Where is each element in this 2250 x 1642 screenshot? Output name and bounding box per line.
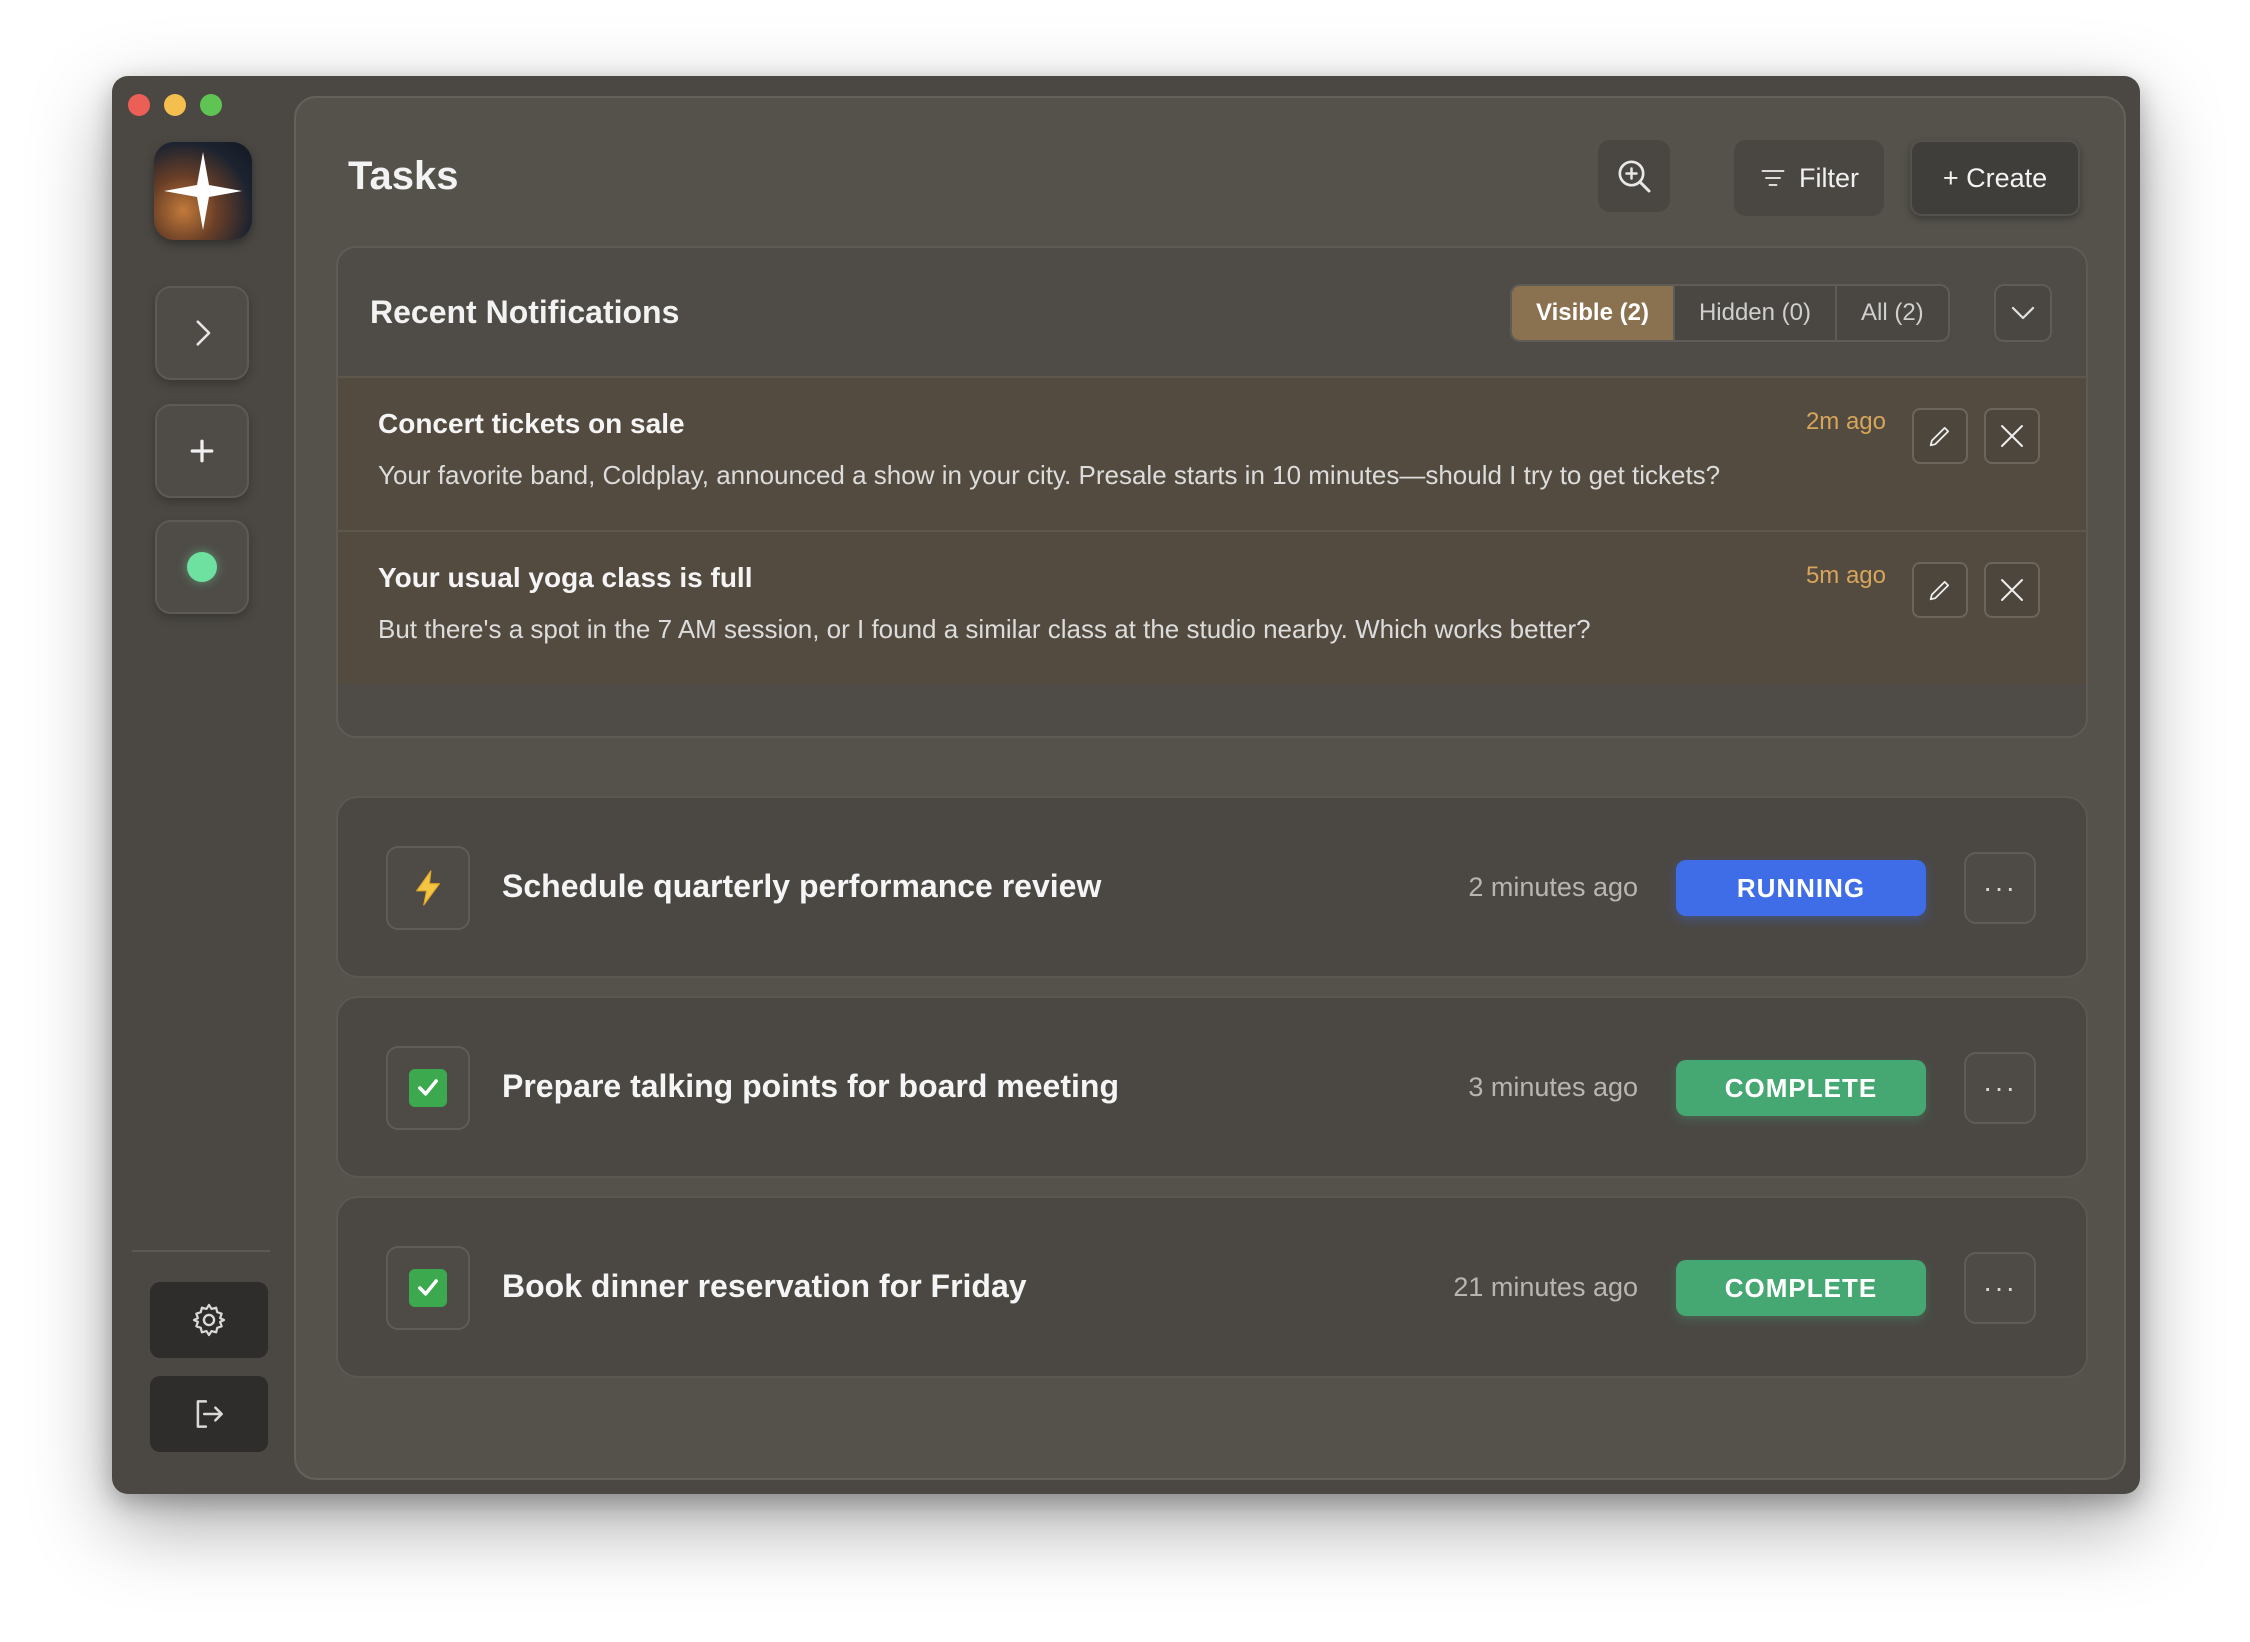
app-logo[interactable]: [154, 142, 252, 240]
app-window: Tasks Filter + Create Recent Notificatio…: [112, 76, 2140, 1494]
pencil-icon: [1929, 580, 1950, 601]
tab-hidden[interactable]: Hidden (0): [1675, 286, 1837, 340]
filter-button[interactable]: Filter: [1734, 140, 1884, 216]
notifications-panel: Recent Notifications Visible (2) Hidden …: [336, 246, 2088, 738]
task-title: Schedule quarterly performance review: [502, 868, 1102, 904]
edit-notification-button[interactable]: [1912, 408, 1968, 464]
checkmark-icon: [409, 1269, 447, 1307]
task-title: Book dinner reservation for Friday: [502, 1268, 1027, 1304]
task-title: Prepare talking points for board meeting: [502, 1068, 1119, 1104]
more-options-button[interactable]: ···: [1964, 1252, 2036, 1324]
notification-filter-tabs: Visible (2) Hidden (0) All (2): [1510, 284, 1950, 342]
task-card[interactable]: Schedule quarterly performance review 2 …: [336, 796, 2088, 978]
create-button[interactable]: + Create: [1910, 140, 2080, 216]
status-badge: RUNNING: [1676, 860, 1926, 916]
main-panel: Tasks Filter + Create Recent Notificatio…: [294, 96, 2126, 1480]
collapse-notifications-button[interactable]: [1994, 284, 2052, 342]
chevron-down-icon: [2011, 306, 2035, 320]
status-badge: COMPLETE: [1676, 1260, 1926, 1316]
ellipsis-icon: ···: [1983, 1272, 2017, 1303]
task-type-icon: [386, 1246, 470, 1330]
dismiss-notification-button[interactable]: [1984, 562, 2040, 618]
sidebar-divider: [132, 1250, 270, 1252]
close-icon: [2001, 425, 2023, 447]
notification-time: 5m ago: [1805, 562, 1886, 589]
chevron-right-icon: [196, 320, 211, 346]
dismiss-notification-button[interactable]: [1984, 408, 2040, 464]
notification-body: Your favorite band, Coldplay, announced …: [378, 460, 1721, 490]
gear-icon: [192, 1303, 226, 1337]
create-label: + Create: [1942, 162, 2048, 193]
new-task-button[interactable]: [155, 404, 249, 498]
more-options-button[interactable]: ···: [1964, 1052, 2036, 1124]
notification-body: But there's a spot in the 7 AM session, …: [378, 614, 1591, 644]
task-type-icon: [386, 1046, 470, 1130]
checkmark-icon: [409, 1069, 447, 1107]
zoom-in-icon: [1618, 160, 1651, 193]
tab-all[interactable]: All (2): [1837, 286, 1948, 340]
sidebar: [112, 76, 290, 1494]
status-dot-icon: [187, 552, 217, 582]
task-card[interactable]: Book dinner reservation for Friday 21 mi…: [336, 1196, 2088, 1378]
search-button[interactable]: [1598, 140, 1670, 212]
notification-item: Concert tickets on sale 2m ago Your favo…: [338, 376, 2086, 530]
status-button[interactable]: [155, 520, 249, 614]
filter-label: Filter: [1799, 162, 1859, 193]
notification-time: 2m ago: [1805, 408, 1886, 435]
close-icon: [2001, 579, 2023, 601]
task-type-icon: [386, 846, 470, 930]
lightning-icon: [416, 870, 440, 906]
edit-notification-button[interactable]: [1912, 562, 1968, 618]
logout-icon: [196, 1400, 223, 1428]
logout-button[interactable]: [150, 1376, 268, 1452]
expand-sidebar-button[interactable]: [155, 286, 249, 380]
tab-visible[interactable]: Visible (2): [1512, 286, 1675, 340]
ellipsis-icon: ···: [1983, 1072, 2017, 1103]
more-options-button[interactable]: ···: [1964, 852, 2036, 924]
plus-icon: [190, 439, 214, 463]
pencil-icon: [1929, 426, 1950, 447]
task-card[interactable]: Prepare talking points for board meeting…: [336, 996, 2088, 1178]
task-time: 2 minutes ago: [1468, 872, 1638, 902]
notification-title: Your usual yoga class is full: [378, 562, 753, 593]
filter-icon: [1761, 170, 1785, 186]
status-badge: COMPLETE: [1676, 1060, 1926, 1116]
task-time: 21 minutes ago: [1453, 1272, 1638, 1302]
settings-button[interactable]: [150, 1282, 268, 1358]
page-title: Tasks: [348, 154, 459, 198]
sparkle-star-icon: [164, 152, 242, 230]
task-time: 3 minutes ago: [1468, 1072, 1638, 1102]
ellipsis-icon: ···: [1983, 872, 2017, 903]
notifications-title: Recent Notifications: [370, 294, 680, 330]
notification-title: Concert tickets on sale: [378, 408, 685, 439]
notification-item: Your usual yoga class is full 5m ago But…: [338, 530, 2086, 684]
